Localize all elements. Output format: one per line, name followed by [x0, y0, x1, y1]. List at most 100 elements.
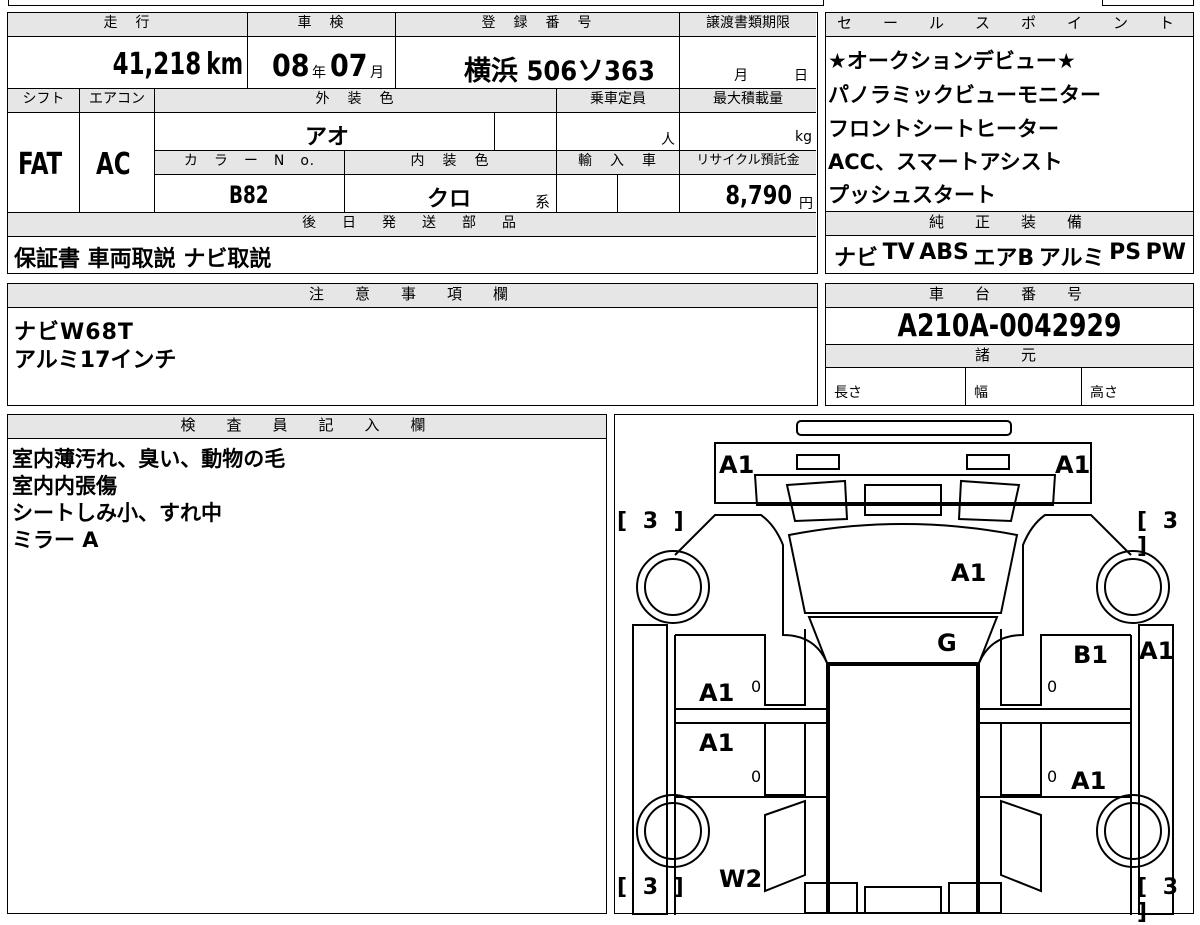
chassis-panel: 車 台 番 号 A210A-0042929 諸 元 長さ 幅 高さ: [825, 283, 1194, 406]
shift-value: FAT: [18, 147, 63, 182]
registration-header: 登 録 番 号: [396, 13, 680, 37]
inspector-line-2: 室内内張傷: [12, 474, 117, 498]
spec-height-cell: 高さ: [1082, 368, 1192, 405]
shift-cell: FAT: [8, 113, 80, 213]
mark-hood: A1: [951, 559, 987, 587]
selling-points-panel: セ ー ル ス ポ イ ン ト ★オークションデビュー★ パノラミックビューモニ…: [825, 12, 1194, 212]
mileage-value: 41,218: [112, 47, 201, 82]
color-no-cell: B82: [155, 175, 345, 213]
inspection-cell: 08 年 07 月: [248, 37, 396, 89]
deadline-month: 月: [734, 68, 748, 84]
equipment-item: アルミ: [1038, 246, 1105, 271]
capacity-header: 乗車定員: [557, 89, 680, 113]
registration-cell: 横浜 506ソ363: [396, 37, 680, 89]
inspection-header: 車 検: [248, 13, 396, 37]
spec-length-cell: 長さ: [826, 368, 966, 405]
registration-number: 横浜 506ソ363: [464, 56, 655, 87]
interior-color-value: クロ: [427, 187, 472, 212]
spec-height-label: 高さ: [1090, 385, 1118, 401]
color-no-value: B82: [229, 181, 269, 209]
mark-front-left: A1: [719, 451, 755, 479]
inspector-line-4: ミラー A: [12, 528, 99, 552]
tire-front-right: [ 3 ]: [1137, 509, 1183, 559]
exterior-color-extra: [495, 113, 557, 151]
tire-rear-right: [ 3 ]: [1137, 875, 1183, 925]
damage-diagram-panel: [ 3 ] [ 3 ] [ 3 ] [ 3 ] A1 A1 A1 G A1 A1…: [614, 414, 1194, 925]
max-load-unit: kg: [795, 129, 812, 145]
mileage-header: 走 行: [8, 13, 248, 37]
transfer-deadline-header: 譲渡書類期限: [680, 13, 816, 37]
genuine-equipment-header: 純 正 装 備: [826, 212, 1193, 236]
deadline-day: 日: [794, 68, 808, 84]
chassis-number: A210A-0042929: [897, 308, 1122, 344]
selling-point-4: ACC、スマートアシスト: [828, 150, 1063, 174]
equipment-item: PW: [1145, 240, 1186, 265]
capacity-unit: 人: [661, 132, 675, 148]
color-no-header: カ ラ ー N o.: [155, 151, 345, 175]
later-parts-header: 後 日 発 送 部 品: [8, 213, 816, 237]
import-cell-b: [618, 175, 680, 213]
ac-cell: AC: [80, 113, 155, 213]
exterior-color-header: 外 装 色: [155, 89, 557, 113]
inspector-header: 検 査 員 記 入 欄: [8, 415, 606, 439]
mark-right-front-door: B1: [1073, 641, 1108, 669]
inspector-line-1: 室内薄汚れ、臭い、動物の毛: [12, 447, 286, 471]
recycle-unit: 円: [799, 196, 813, 212]
exterior-color-cell: アオ: [155, 113, 495, 151]
spec-width-cell: 幅: [966, 368, 1082, 405]
notes-panel: 注 意 事 項 欄 ナビW68T アルミ17インチ: [7, 283, 818, 406]
specs-header: 諸 元: [826, 344, 1193, 368]
recycle-cell: 8,790 円: [680, 175, 816, 213]
interior-suffix: 系: [534, 193, 550, 211]
import-cell-a: [557, 175, 618, 213]
month-unit: 月: [370, 65, 384, 81]
tire-rear-left: [ 3 ]: [617, 875, 688, 900]
door-zero-lr: 0: [751, 767, 762, 786]
transfer-deadline-cell: 月 日: [680, 37, 816, 89]
spec-length-label: 長さ: [834, 385, 862, 401]
mileage-unit: km: [206, 47, 243, 82]
ac-value: AC: [96, 147, 131, 182]
mark-left-front-door: A1: [699, 679, 735, 707]
year-unit: 年: [312, 65, 326, 81]
inspector-line-3: シートしみ小、すれ中: [12, 501, 222, 525]
equipment-item: TV: [882, 240, 915, 265]
vehicle-info-table: 走 行 車 検 登 録 番 号 譲渡書類期限 41,218 km 08 年 07…: [7, 12, 818, 274]
mark-front-right: A1: [1055, 451, 1091, 479]
import-header: 輸 入 車: [557, 151, 680, 175]
notes-header: 注 意 事 項 欄: [8, 284, 817, 308]
inspection-month: 07: [330, 49, 368, 84]
selling-point-3: フロントシートヒーター: [828, 117, 1059, 141]
later-parts-value: 保証書 車両取説 ナビ取説: [14, 247, 272, 272]
equipment-list: ナビ TV ABS エアB アルミ PS PW: [834, 240, 1186, 271]
mark-right-fender: A1: [1139, 637, 1175, 665]
mark-right-rear-door: A1: [1071, 767, 1107, 795]
interior-color-header: 内 装 色: [345, 151, 557, 175]
chassis-header: 車 台 番 号: [826, 284, 1193, 308]
genuine-equipment-panel: 純 正 装 備 ナビ TV ABS エアB アルミ PS PW: [825, 212, 1194, 274]
door-zero-rf: 0: [1047, 677, 1058, 696]
top-cut-row: [8, 0, 1194, 8]
selling-point-1: ★オークションデビュー★: [828, 49, 1076, 73]
inspector-panel: 検 査 員 記 入 欄 室内薄汚れ、臭い、動物の毛 室内内張傷 シートしみ小、す…: [7, 414, 607, 914]
max-load-cell: kg: [680, 113, 816, 151]
interior-color-cell: クロ 系: [345, 175, 557, 213]
door-zero-lf: 0: [751, 677, 762, 696]
exterior-color-value: アオ: [305, 125, 350, 150]
inspection-year: 08: [272, 49, 310, 84]
recycle-header: リサイクル預託金: [680, 151, 816, 175]
selling-point-5: プッシュスタート: [828, 183, 996, 207]
mark-windshield: G: [937, 629, 957, 657]
capacity-cell: 人: [557, 113, 680, 151]
selling-points-header: セ ー ル ス ポ イ ン ト: [826, 13, 1193, 37]
spec-width-label: 幅: [974, 385, 988, 401]
equipment-item: ナビ: [834, 246, 879, 271]
ac-header: エアコン: [80, 89, 155, 113]
equipment-item: PS: [1109, 240, 1142, 265]
max-load-header: 最大積載量: [680, 89, 816, 113]
shift-header: シフト: [8, 89, 80, 113]
mark-left-rear-quarter: W2: [719, 865, 763, 893]
mark-left-rear-door: A1: [699, 729, 735, 757]
equipment-item: エアB: [973, 246, 1035, 271]
recycle-value: 8,790: [725, 181, 792, 211]
